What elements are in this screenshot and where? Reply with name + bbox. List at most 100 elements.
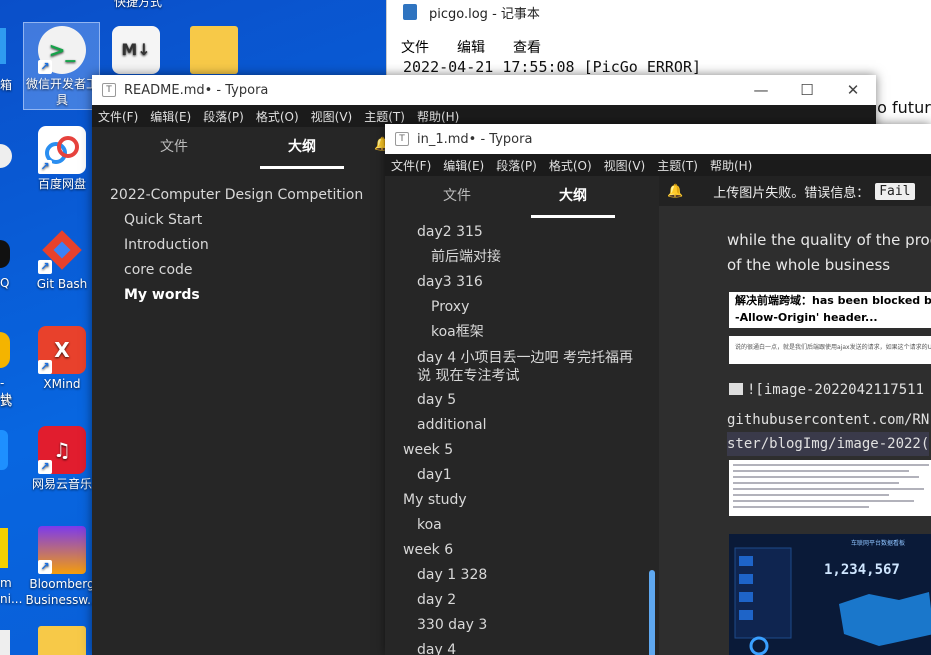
- maximize-icon[interactable]: ☐: [784, 75, 830, 105]
- netease-music-icon: ♫ ↗: [38, 426, 86, 474]
- shortcut-arrow-icon: ↗: [38, 160, 52, 174]
- notepad-menu-view[interactable]: 查看: [513, 37, 541, 57]
- menu-format[interactable]: 格式(O): [256, 108, 299, 125]
- desktop-icon-xmind[interactable]: X ↗ XMind: [22, 326, 102, 392]
- typora-menubar: 文件(F) 编辑(E) 段落(P) 格式(O) 视图(V) 主题(T) 帮助(H…: [385, 154, 931, 176]
- tab-files[interactable]: 文件: [399, 176, 515, 218]
- menu-help[interactable]: 帮助(H): [710, 157, 752, 174]
- notepad-menu-edit[interactable]: 编辑: [457, 37, 485, 57]
- outline-item-active[interactable]: My words: [92, 283, 384, 308]
- typora-window-in1: T in_1.md• - Typora 文件(F) 编辑(E) 段落(P) 格式…: [385, 124, 931, 655]
- markdown-image-url[interactable]: ster/blogImg/image-2022(: [727, 432, 930, 456]
- typora-logo-icon: T: [395, 132, 409, 146]
- menu-format[interactable]: 格式(O): [549, 157, 592, 174]
- desktop-icon-label: Bloomberg Businessw...: [25, 577, 99, 607]
- paragraph-line[interactable]: while the quality of the proc: [727, 228, 931, 253]
- desktop-icon-wechat-devtools[interactable]: >_ ↗ 微信开发者工具: [22, 26, 102, 108]
- markdown-image-syntax[interactable]: ![image-2022042117511: [747, 378, 924, 402]
- xmind-icon: X ↗: [38, 326, 86, 374]
- baidu-netdisk-icon: ↗: [38, 126, 86, 174]
- outline-item[interactable]: day 4 小项目丢一边吧 考完托福再: [385, 345, 659, 367]
- typora-titlebar[interactable]: T in_1.md• - Typora: [385, 124, 931, 154]
- menu-view[interactable]: 视图(V): [311, 108, 353, 125]
- sidebar: 文件 大纲 2022-Computer Design Competition Q…: [92, 127, 384, 655]
- desktop-icon-label: 微信开发者工具: [25, 77, 98, 107]
- desktop-icon-git-bash[interactable]: ↗ Git Bash: [22, 226, 102, 292]
- partial-icon: [0, 528, 8, 568]
- sidebar-scrollbar[interactable]: [649, 570, 655, 655]
- menu-edit[interactable]: 编辑(E): [443, 157, 484, 174]
- bell-icon[interactable]: 🔔: [667, 184, 683, 199]
- desktop-icon-bloomberg[interactable]: ↗ Bloomberg Businessw...: [22, 526, 102, 608]
- left-strip-label: Q: [0, 276, 10, 290]
- desktop-icon-baidu-netdisk[interactable]: ↗ 百度网盘: [22, 126, 102, 192]
- outline-item[interactable]: 330 day 3: [385, 613, 659, 638]
- embedded-image-cors[interactable]: 解决前端跨域：has been blocked by CO -Allow-Ori…: [729, 292, 931, 328]
- left-strip-label: ni...: [0, 592, 23, 606]
- outline-item[interactable]: day3 316: [385, 270, 659, 295]
- desktop-icon-folder[interactable]: [174, 26, 254, 76]
- outline-item[interactable]: Introduction: [92, 233, 384, 258]
- git-bash-icon: ↗: [38, 226, 86, 274]
- window-title: in_1.md• - Typora: [417, 131, 533, 147]
- partial-icon: [0, 430, 8, 470]
- outline-item[interactable]: day 4: [385, 638, 659, 655]
- outline-item[interactable]: day1: [385, 463, 659, 488]
- tab-files[interactable]: 文件: [110, 127, 238, 169]
- paragraph-line[interactable]: of the whole business: [727, 253, 890, 278]
- markdown-image-url[interactable]: githubusercontent.com/RN: [727, 408, 929, 432]
- minimize-icon[interactable]: —: [738, 75, 784, 105]
- outline-item[interactable]: core code: [92, 258, 384, 283]
- menu-file[interactable]: 文件(F): [98, 108, 138, 125]
- shortcut-arrow-icon: ↗: [38, 460, 52, 474]
- desktop-icon-folder-bottom[interactable]: [22, 626, 102, 655]
- menu-theme[interactable]: 主题(T): [657, 157, 698, 174]
- menu-help[interactable]: 帮助(H): [417, 108, 459, 125]
- outline-item[interactable]: day 5: [385, 388, 659, 413]
- outline-item[interactable]: 说 现在专注考试: [385, 367, 659, 388]
- notepad-menu-file[interactable]: 文件: [401, 37, 429, 57]
- outline-item[interactable]: week 5: [385, 438, 659, 463]
- tab-outline[interactable]: 大纲: [238, 127, 366, 169]
- outline-item[interactable]: day 2: [385, 588, 659, 613]
- outline-item[interactable]: day 1 328: [385, 563, 659, 588]
- wechat-devtools-icon: >_ ↗: [38, 26, 86, 74]
- outline-list: 2022-Computer Design Competition Quick S…: [92, 169, 384, 308]
- notepad-log-line[interactable]: 2022-04-21 17:55:08 [PicGo ERROR]: [403, 58, 701, 76]
- notepad-app-icon: [403, 4, 417, 20]
- desktop-icon-netease-music[interactable]: ♫ ↗ 网易云音乐: [22, 426, 102, 492]
- menu-paragraph[interactable]: 段落(P): [496, 157, 537, 174]
- menu-view[interactable]: 视图(V): [604, 157, 646, 174]
- left-strip-label: 式: [0, 394, 13, 408]
- outline-item[interactable]: day2 315: [385, 220, 659, 245]
- embedded-image-dashboard[interactable]: 车联网平台数据看板 1,234,567: [729, 534, 931, 655]
- tab-outline[interactable]: 大纲: [515, 176, 631, 218]
- notepad-title: picgo.log - 记事本: [429, 6, 540, 22]
- partial-icon: [0, 28, 6, 64]
- embedded-image-error-log[interactable]: [729, 460, 931, 516]
- outline-item[interactable]: 前后端对接: [385, 245, 659, 270]
- outline-item[interactable]: koa: [385, 513, 659, 538]
- notepad-text-fragment[interactable]: do futur: [867, 98, 931, 117]
- close-icon[interactable]: ✕: [830, 75, 876, 105]
- folder-icon: [38, 626, 86, 655]
- outline-item[interactable]: koa框架: [385, 320, 659, 345]
- menu-paragraph[interactable]: 段落(P): [203, 108, 244, 125]
- upload-error-notice: 🔔 上传图片失败。错误信息： Fail: [659, 176, 931, 206]
- desktop-icon-shortcut[interactable]: 快捷方式: [98, 0, 178, 10]
- winrar-archive-icon: ↗: [38, 526, 86, 574]
- outline-item[interactable]: additional: [385, 413, 659, 438]
- outline-item[interactable]: Proxy: [385, 295, 659, 320]
- desktop-icon-markdown[interactable]: M↓: [96, 26, 176, 76]
- shortcut-arrow-icon: ↗: [38, 60, 52, 74]
- typora-titlebar[interactable]: T README.md• - Typora — ☐ ✕: [92, 75, 876, 105]
- outline-item[interactable]: Quick Start: [92, 208, 384, 233]
- notepad-titlebar[interactable]: picgo.log - 记事本: [387, 0, 931, 24]
- menu-theme[interactable]: 主题(T): [364, 108, 405, 125]
- outline-item[interactable]: 2022-Computer Design Competition: [92, 183, 384, 208]
- outline-item[interactable]: week 6: [385, 538, 659, 563]
- outline-item[interactable]: My study: [385, 488, 659, 513]
- embedded-image-text[interactable]: 说的很通白一点，就是我们后端跟使用ajax发送的请求，如果这个请求的URL: [729, 336, 931, 364]
- menu-file[interactable]: 文件(F): [391, 157, 431, 174]
- menu-edit[interactable]: 编辑(E): [150, 108, 191, 125]
